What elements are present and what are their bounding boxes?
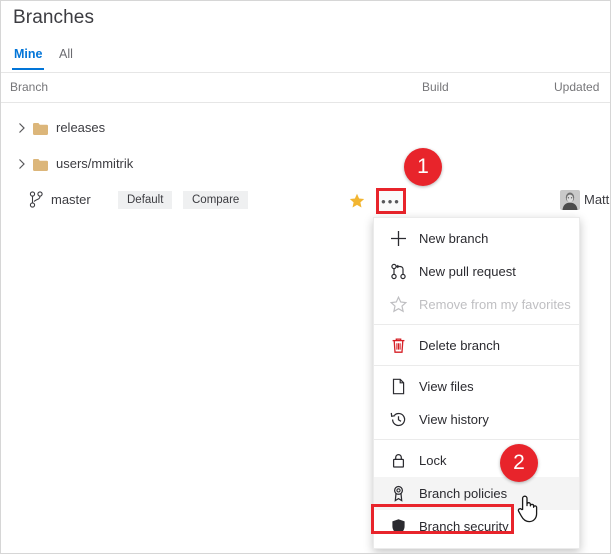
git-branch-icon [29,191,44,208]
menu-separator [374,365,579,366]
menu-item-view-history[interactable]: View history [374,403,579,436]
page-title: Branches [13,7,94,29]
default-badge[interactable]: Default [118,191,172,209]
lock-icon [388,451,408,471]
trash-icon [388,336,408,356]
menu-item-remove-from-favorites: Remove from my favorites [374,288,579,321]
more-actions-button[interactable]: ••• [376,188,406,214]
pivot-bar: Mine All [1,43,610,73]
branch-folder-label: releases [56,120,105,135]
menu-item-label: Delete branch [419,338,500,353]
ribbon-icon [388,484,408,504]
callout-badge-2: 2 [500,444,538,482]
table-row[interactable]: releases [1,110,610,146]
menu-item-label: Lock [419,453,446,468]
chevron-right-icon[interactable] [17,121,27,135]
callout-badge-1: 1 [404,148,442,186]
menu-item-label: View history [419,412,489,427]
history-icon [388,410,408,430]
menu-separator [374,439,579,440]
menu-item-delete-branch[interactable]: Delete branch [374,329,579,362]
column-header-branch: Branch [10,80,48,94]
table-row-master[interactable]: master Default Compare ••• Matt [1,182,610,218]
branch-folder-label: users/mmitrik [56,156,133,171]
column-header-build: Build [422,80,449,94]
menu-item-label: View files [419,379,474,394]
menu-separator [374,324,579,325]
menu-item-branch-policies[interactable]: Branch policies [374,477,579,510]
menu-item-label: New branch [419,231,488,246]
tab-mine[interactable]: Mine [12,43,44,70]
star-outline-icon [388,295,408,315]
menu-item-label: Branch policies [419,486,507,501]
plus-icon [388,229,408,249]
menu-item-branch-security[interactable]: Branch security [374,510,579,543]
table-row[interactable]: users/mmitrik [1,146,610,182]
column-header-row: Branch Build Updated [1,73,610,103]
menu-item-view-files[interactable]: View files [374,370,579,403]
menu-item-lock[interactable]: Lock [374,444,579,477]
folder-icon [33,122,48,134]
menu-item-label: Remove from my favorites [419,297,571,312]
user-name: Matt [584,192,609,207]
menu-item-label: Branch security [419,519,509,534]
menu-item-new-branch[interactable]: New branch [374,222,579,255]
shield-icon [388,517,408,537]
branches-page: Branches Mine All Branch Build Updated r… [0,0,611,554]
avatar [560,190,580,210]
compare-button[interactable]: Compare [183,191,248,209]
branch-context-menu: New branch New pull request Remove from my… [373,217,580,549]
menu-item-new-pull-request[interactable]: New pull request [374,255,579,288]
file-icon [388,377,408,397]
branch-name-master: master [51,192,91,207]
star-filled-icon[interactable] [349,193,365,209]
chevron-right-icon[interactable] [17,157,27,171]
pull-request-icon [388,262,408,282]
column-header-updated: Updated [554,80,599,94]
folder-icon [33,158,48,170]
tab-all[interactable]: All [57,43,75,68]
menu-item-label: New pull request [419,264,516,279]
